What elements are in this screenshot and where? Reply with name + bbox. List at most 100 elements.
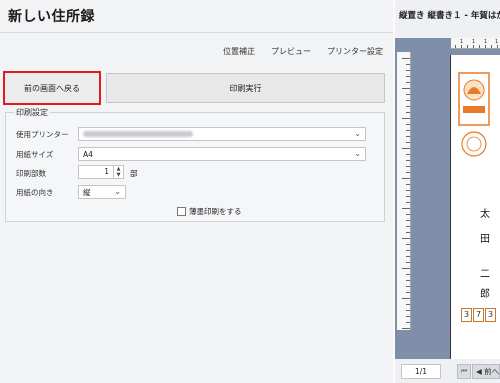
checkbox-icon[interactable] <box>177 207 186 216</box>
ruler-tick <box>406 220 410 221</box>
ruler-tick <box>406 94 410 95</box>
print-settings-group: 印刷設定 使用プリンター ⌄ 用紙サイズ A4 ⌄ 印刷部数 1 ▲ ▼ 部 用紙… <box>5 107 385 222</box>
settings-pane: 新しい住所録 位置補正 プレビュー プリンター設定 前の画面へ戻る 印刷実行 印… <box>0 0 393 383</box>
spin-arrows-icon[interactable]: ▲ ▼ <box>113 166 123 178</box>
left-ruler <box>397 52 411 330</box>
ruler-tick <box>406 202 410 203</box>
recipient-char: 郎 <box>480 289 490 300</box>
ruler-tick <box>406 154 410 155</box>
print-settings-legend: 印刷設定 <box>14 107 50 118</box>
chevron-down-icon: ⌄ <box>354 149 361 158</box>
first-page-icon[interactable]: ⏮ <box>457 364 471 379</box>
ruler-tick <box>406 250 410 251</box>
postal-code-boxes: 3 7 3 <box>461 308 496 322</box>
new-year-stamp-illustration <box>458 72 490 157</box>
ruler-tick <box>406 160 410 161</box>
print-execute-button[interactable]: 印刷実行 <box>106 73 385 103</box>
recipient-char: 太 <box>480 209 490 220</box>
preview-title: 縦置き 縦書き１ - 年賀はがき <box>399 11 500 21</box>
orientation-label: 用紙の向き <box>16 188 54 197</box>
ruler-tick <box>402 178 410 179</box>
ruler-tick <box>406 226 410 227</box>
ruler-tick <box>406 100 410 101</box>
ruler-tick <box>402 328 410 329</box>
light-ink-checkbox[interactable]: 薄墨印刷をする <box>177 206 242 217</box>
ruler-tick <box>461 45 462 48</box>
printer-name-redacted <box>83 131 193 137</box>
ruler-tick <box>402 148 410 149</box>
ruler-tick <box>402 208 410 209</box>
ruler-tick <box>406 142 410 143</box>
toolbar-links: 位置補正 プレビュー プリンター設定 <box>223 46 383 57</box>
preview-link[interactable]: プレビュー <box>271 46 311 57</box>
printer-select[interactable]: ⌄ <box>78 127 366 141</box>
ruler-tick <box>402 88 410 89</box>
copies-label: 印刷部数 <box>16 169 46 178</box>
printer-settings-link[interactable]: プリンター設定 <box>327 46 383 57</box>
chevron-down-icon: ⌄ <box>354 129 361 138</box>
ruler-tick <box>402 298 410 299</box>
page-indicator: 1/1 <box>401 364 441 379</box>
ruler-tick <box>479 45 480 48</box>
ruler-tick <box>406 184 410 185</box>
ruler-tick <box>406 232 410 233</box>
preview-navigation: 1/1 ⏮ ◀ 前へ <box>395 359 500 383</box>
prev-label: 前へ <box>484 367 500 376</box>
ruler-tick <box>406 316 410 317</box>
ruler-tick <box>473 45 474 48</box>
ruler-tick <box>402 118 410 119</box>
ruler-tick <box>406 112 410 113</box>
paper-size-select[interactable]: A4 ⌄ <box>78 147 366 161</box>
copies-value: 1 <box>104 167 109 176</box>
back-button[interactable]: 前の画面へ戻る <box>3 71 101 105</box>
paper-size-label: 用紙サイズ <box>16 150 54 159</box>
window-title: 新しい住所録 <box>8 9 95 25</box>
ruler-tick <box>406 310 410 311</box>
ruler-tick <box>406 196 410 197</box>
ruler-tick <box>497 45 498 48</box>
ruler-tick <box>406 280 410 281</box>
prev-page-button[interactable]: ◀ 前へ <box>472 364 500 379</box>
ruler-tick <box>467 45 468 48</box>
ruler-tick <box>406 76 410 77</box>
ruler-tick <box>406 82 410 83</box>
ruler-tick <box>406 292 410 293</box>
orientation-select[interactable]: 縦 ⌄ <box>78 185 126 199</box>
printer-label: 使用プリンター <box>16 130 69 139</box>
light-ink-label: 薄墨印刷をする <box>189 207 242 216</box>
ruler-tick <box>406 304 410 305</box>
zip-digit: 7 <box>473 308 484 322</box>
ruler-tick <box>406 166 410 167</box>
paper-size-value: A4 <box>83 149 93 159</box>
ruler-tick <box>402 58 410 59</box>
ruler-tick <box>406 286 410 287</box>
zip-digit: 3 <box>485 308 496 322</box>
ruler-tick <box>455 45 456 48</box>
copies-unit: 部 <box>130 169 138 178</box>
ruler-tick <box>406 106 410 107</box>
copies-stepper[interactable]: 1 ▲ ▼ <box>78 165 124 179</box>
ruler-tick <box>406 262 410 263</box>
ruler-tick <box>406 244 410 245</box>
recipient-char: 二 <box>480 269 490 280</box>
zip-digit: 3 <box>461 308 472 322</box>
ruler-tick <box>402 268 410 269</box>
ruler-tick <box>406 70 410 71</box>
recipient-char: 田 <box>480 234 490 245</box>
ruler-tick <box>485 45 486 48</box>
ruler-tick <box>402 238 410 239</box>
chevron-down-icon: ⌄ <box>114 187 121 196</box>
ruler-tick <box>406 322 410 323</box>
preview-pane: 縦置き 縦書き１ - 年賀はがき 1 1 1 1 太 田 二 郎 3 7 3 1… <box>395 0 500 383</box>
ruler-tick <box>406 274 410 275</box>
ruler-tick <box>406 124 410 125</box>
ruler-tick <box>406 190 410 191</box>
ruler-tick <box>406 64 410 65</box>
top-ruler: 1 1 1 1 <box>451 38 500 49</box>
ruler-tick <box>406 136 410 137</box>
ruler-tick <box>406 256 410 257</box>
ruler-tick <box>491 45 492 48</box>
position-correction-link[interactable]: 位置補正 <box>223 46 255 57</box>
ruler-tick <box>406 172 410 173</box>
title-divider <box>0 32 393 33</box>
